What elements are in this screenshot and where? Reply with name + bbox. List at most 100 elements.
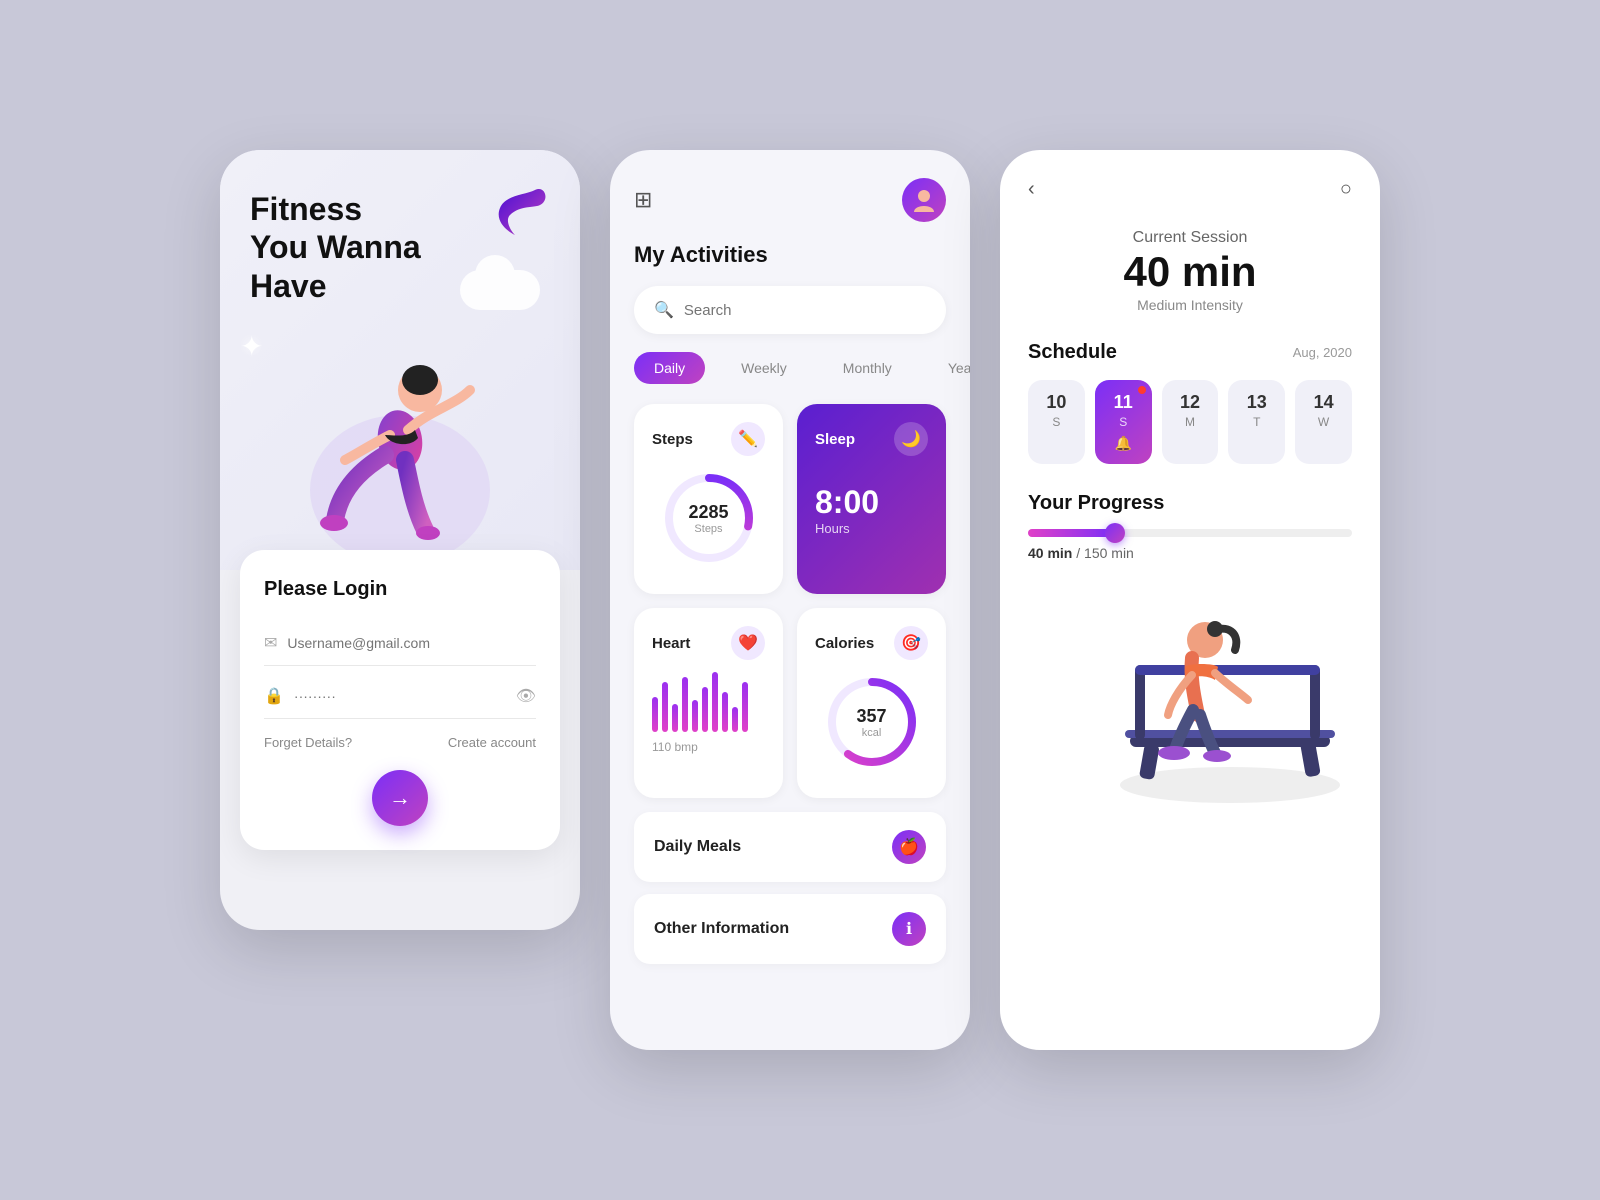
cal-day-12[interactable]: 12 M <box>1162 380 1219 464</box>
steps-card-header: Steps ✏️ <box>652 422 765 456</box>
cal-day-14[interactable]: 14 W <box>1295 380 1352 464</box>
calories-card-header: Calories 🎯 <box>815 626 928 660</box>
login-arrow-button[interactable]: → <box>372 770 428 826</box>
other-info-title: Other Information <box>654 920 789 938</box>
email-icon: ✉ <box>264 633 277 653</box>
search-bar[interactable]: 🔍 <box>634 286 946 334</box>
session-intensity: Medium Intensity <box>1028 297 1352 313</box>
steps-progress-circle: 2285 Steps <box>659 468 759 568</box>
calories-title: Calories <box>815 635 874 652</box>
heart-bar-10 <box>742 682 748 732</box>
sleep-info: 8:00 Hours <box>815 476 928 536</box>
calories-value-text: 357 kcal <box>856 706 886 739</box>
screen2-activities-card: ⊞ My Activities 🔍 Daily Weekly Monthly Y… <box>610 150 970 1050</box>
sleep-value: 8:00 <box>815 484 928 521</box>
progress-labels: 40 min / 150 min <box>1028 545 1352 561</box>
sleep-unit: Hours <box>815 521 928 536</box>
heart-title: Heart <box>652 635 690 652</box>
search-input[interactable] <box>684 302 926 319</box>
lock-icon: 🔒 <box>264 686 284 706</box>
daily-meals-title: Daily Meals <box>654 838 741 856</box>
grid-menu-icon[interactable]: ⊞ <box>634 187 652 213</box>
search-button[interactable]: ○ <box>1340 178 1352 201</box>
treadmill-illustration <box>1028 585 1352 805</box>
heart-icon[interactable]: ❤️ <box>731 626 765 660</box>
login-form: Please Login ✉ 🔒 👁 Forget Details? Creat… <box>240 550 560 850</box>
tab-weekly[interactable]: Weekly <box>721 352 807 384</box>
steps-edit-icon[interactable]: ✏️ <box>731 422 765 456</box>
heart-bar-9 <box>732 707 738 732</box>
tab-daily[interactable]: Daily <box>634 352 705 384</box>
sleep-card-header: Sleep 🌙 <box>815 422 928 456</box>
progress-bar-track <box>1028 529 1352 537</box>
screen3-session-card: ‹ ○ Current Session 40 min Medium Intens… <box>1000 150 1380 1050</box>
other-info-icon: ℹ <box>892 912 926 946</box>
activities-header: ⊞ <box>634 178 946 222</box>
calories-target-icon[interactable]: 🎯 <box>894 626 928 660</box>
steps-card: Steps ✏️ 22 <box>634 404 783 594</box>
screens-container: Fitness You Wanna Have ✦ <box>220 150 1380 1050</box>
user-avatar[interactable] <box>902 178 946 222</box>
cal-day-11-active[interactable]: 11 S 🔔 <box>1095 380 1152 464</box>
stats-row-2: Heart ❤️ 110 bmp <box>634 608 946 798</box>
calories-card: Calories 🎯 <box>797 608 946 798</box>
eye-icon[interactable]: 👁 <box>516 686 536 706</box>
heart-card: Heart ❤️ 110 bmp <box>634 608 783 798</box>
login-title: Please Login <box>264 578 536 601</box>
other-info-card[interactable]: Other Information ℹ <box>634 894 946 964</box>
star-decoration: ✦ <box>240 330 263 363</box>
yoga-illustration <box>290 290 510 570</box>
heart-bar-8 <box>722 692 728 732</box>
avatar-icon <box>910 186 938 214</box>
heart-bar-6 <box>702 687 708 732</box>
notification-dot <box>1138 386 1146 394</box>
session-header: ‹ ○ <box>1028 178 1352 201</box>
heart-bar-1 <box>652 697 658 732</box>
create-account-link[interactable]: Create account <box>448 735 536 750</box>
session-minutes: 40 min <box>1028 251 1352 293</box>
password-input-group: 🔒 👁 <box>264 674 536 719</box>
daily-meals-icon: 🍎 <box>892 830 926 864</box>
heart-bar-4 <box>682 677 688 732</box>
search-icon: 🔍 <box>654 300 674 320</box>
heart-bar-3 <box>672 704 678 732</box>
bell-icon: 🔔 <box>1101 435 1146 452</box>
steps-title: Steps <box>652 431 693 448</box>
progress-title: Your Progress <box>1028 492 1352 515</box>
progress-indicator-dot[interactable] <box>1105 523 1125 543</box>
treadmill-svg <box>1030 585 1350 805</box>
sleep-moon-icon[interactable]: 🌙 <box>894 422 928 456</box>
progress-bar-fill <box>1028 529 1115 537</box>
heart-card-header: Heart ❤️ <box>652 626 765 660</box>
session-title-block: Current Session 40 min Medium Intensity <box>1028 229 1352 313</box>
calories-progress-circle: 357 kcal <box>822 672 922 772</box>
sleep-title: Sleep <box>815 431 855 448</box>
heart-bar-2 <box>662 682 668 732</box>
heart-rate-bars <box>652 672 765 732</box>
hero-title: Fitness You Wanna Have <box>250 190 550 305</box>
email-input-group: ✉ <box>264 621 536 666</box>
forget-details-link[interactable]: Forget Details? <box>264 735 352 750</box>
stats-row-1: Steps ✏️ 22 <box>634 404 946 594</box>
progress-section: Your Progress 40 min / 150 min <box>1028 492 1352 561</box>
cal-day-13[interactable]: 13 T <box>1228 380 1285 464</box>
screen1-login-card: Fitness You Wanna Have ✦ <box>220 150 580 930</box>
heart-bar-7 <box>712 672 718 732</box>
steps-value-text: 2285 Steps <box>688 502 728 535</box>
tab-yearly[interactable]: Yearly <box>928 352 970 384</box>
tab-monthly[interactable]: Monthly <box>823 352 912 384</box>
heart-bar-5 <box>692 700 698 732</box>
back-button[interactable]: ‹ <box>1028 178 1035 201</box>
session-label: Current Session <box>1028 229 1352 247</box>
screen1-hero: Fitness You Wanna Have ✦ <box>220 150 580 570</box>
filter-tabs: Daily Weekly Monthly Yearly <box>634 352 946 384</box>
schedule-title: Schedule <box>1028 341 1117 364</box>
activities-title: My Activities <box>634 242 946 268</box>
email-input[interactable] <box>287 635 536 651</box>
heart-bpm: 110 bmp <box>652 740 765 754</box>
password-input[interactable] <box>294 688 506 704</box>
cal-day-10[interactable]: 10 S <box>1028 380 1085 464</box>
schedule-header: Schedule Aug, 2020 <box>1028 341 1352 364</box>
daily-meals-card[interactable]: Daily Meals 🍎 <box>634 812 946 882</box>
login-links: Forget Details? Create account <box>264 735 536 750</box>
